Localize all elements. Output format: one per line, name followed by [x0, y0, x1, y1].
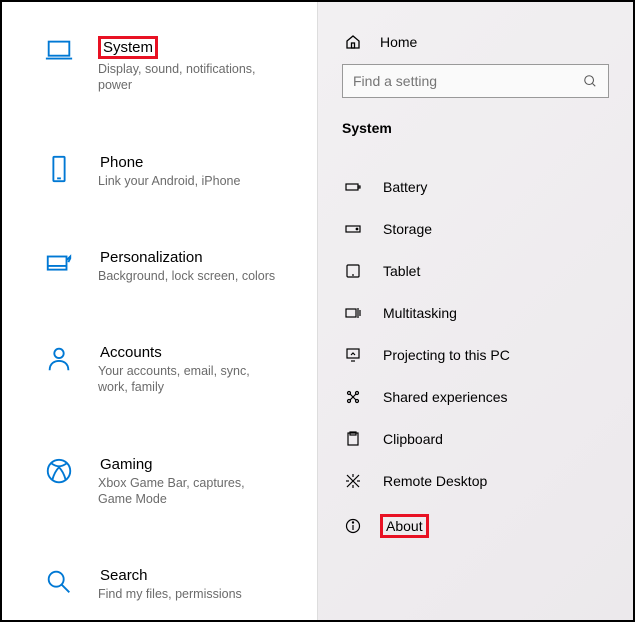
nav-projecting[interactable]: Projecting to this PC: [342, 334, 609, 376]
nav-label: Multitasking: [380, 304, 460, 322]
category-title: Accounts: [98, 344, 164, 361]
category-title: System: [98, 36, 158, 59]
xbox-icon: [42, 456, 76, 490]
category-desc: Display, sound, notifications, power: [98, 61, 278, 94]
nav-label: Clipboard: [380, 430, 446, 448]
category-system[interactable]: System Display, sound, notifications, po…: [2, 26, 317, 104]
battery-icon: [342, 178, 364, 196]
category-title: Personalization: [98, 249, 205, 266]
paintbrush-icon: [42, 249, 76, 283]
category-desc: Xbox Game Bar, captures, Game Mode: [98, 475, 278, 508]
nav-label: Storage: [380, 220, 435, 238]
category-phone[interactable]: Phone Link your Android, iPhone: [2, 144, 317, 199]
nav-storage[interactable]: Storage: [342, 208, 609, 250]
categories-pane: System Display, sound, notifications, po…: [2, 2, 317, 620]
category-gaming[interactable]: Gaming Xbox Game Bar, captures, Game Mod…: [2, 446, 317, 518]
nav-label: Battery: [380, 178, 430, 196]
search-input[interactable]: [353, 73, 582, 89]
home-label: Home: [380, 34, 417, 50]
category-desc: Background, lock screen, colors: [98, 268, 278, 284]
nav-label: Remote Desktop: [380, 472, 490, 490]
category-title: Gaming: [98, 456, 155, 473]
category-search[interactable]: Search Find my files, permissions: [2, 557, 317, 612]
nav-clipboard[interactable]: Clipboard: [342, 418, 609, 460]
search-icon: [582, 73, 598, 89]
multitasking-icon: [342, 304, 364, 322]
projecting-icon: [342, 346, 364, 364]
nav-label: Projecting to this PC: [380, 346, 513, 364]
settings-nav-pane: Home System Battery: [317, 2, 633, 620]
tablet-icon: [342, 262, 364, 280]
clipboard-icon: [342, 430, 364, 448]
phone-icon: [42, 154, 76, 188]
nav-label: About: [380, 514, 429, 538]
section-header: System: [342, 120, 609, 136]
home-icon: [342, 34, 364, 50]
nav-multitasking[interactable]: Multitasking: [342, 292, 609, 334]
home-link[interactable]: Home: [342, 30, 609, 64]
storage-icon: [342, 220, 364, 238]
remote-desktop-icon: [342, 472, 364, 490]
nav-battery[interactable]: Battery: [342, 166, 609, 208]
category-desc: Find my files, permissions: [98, 586, 278, 602]
nav-label: Tablet: [380, 262, 423, 280]
magnifier-icon: [42, 567, 76, 601]
info-icon: [342, 517, 364, 535]
category-desc: Your accounts, email, sync, work, family: [98, 363, 278, 396]
person-icon: [42, 344, 76, 378]
category-personalization[interactable]: Personalization Background, lock screen,…: [2, 239, 317, 294]
nav-tablet[interactable]: Tablet: [342, 250, 609, 292]
category-title: Phone: [98, 154, 145, 171]
category-accounts[interactable]: Accounts Your accounts, email, sync, wor…: [2, 334, 317, 406]
nav-shared-experiences[interactable]: Shared experiences: [342, 376, 609, 418]
category-desc: Link your Android, iPhone: [98, 173, 278, 189]
category-title: Search: [98, 567, 150, 584]
laptop-icon: [42, 36, 76, 70]
nav-remote-desktop[interactable]: Remote Desktop: [342, 460, 609, 502]
search-box[interactable]: [342, 64, 609, 98]
shared-icon: [342, 388, 364, 406]
nav-label: Shared experiences: [380, 388, 511, 406]
nav-about[interactable]: About: [342, 502, 609, 550]
